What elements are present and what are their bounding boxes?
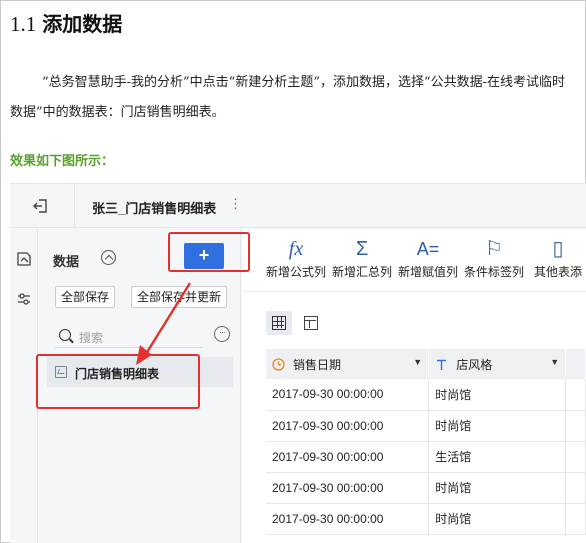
app-screenshot: 张三_门店销售明细表 ⋮ 数据 + 全部保存 全部保存并更新 搜索 ··· 门店… xyxy=(10,183,586,543)
table-row: 2017-09-30 00:00:00 时尚馆 xyxy=(266,379,586,411)
toolbar-divider xyxy=(242,291,586,292)
cell-sale-date: 2017-09-30 00:00:00 xyxy=(266,503,430,535)
cell-partial xyxy=(565,472,586,504)
effect-caption: 效果如下图所示： xyxy=(10,154,115,169)
assign-icon: A= xyxy=(416,239,440,259)
data-table: 销售日期 ▼ 店风格 ▼ 2017-09-30 00:00:00 时尚馆 2017-0… xyxy=(266,349,586,535)
collapse-icon[interactable] xyxy=(101,250,116,265)
section-number: 1.1 xyxy=(10,12,37,36)
instruction-paragraph: “总务智慧助手-我的分析”中点击“新建分析主题”，添加数据，选择“公共数据-在线… xyxy=(10,75,566,120)
annotation-arrow xyxy=(136,282,192,365)
table-row: 2017-09-30 00:00:00 时尚馆 xyxy=(266,472,586,504)
sigma-icon: Σ xyxy=(355,238,369,260)
column-header-store-style[interactable]: 店风格 ▼ xyxy=(428,349,567,379)
tool-label: 其他表添 xyxy=(533,265,582,279)
analysis-title[interactable]: 张三_门店销售明细表 xyxy=(92,198,216,217)
table-row: 2017-09-30 00:00:00 时尚馆 xyxy=(266,410,586,442)
section-heading: 1.1 添加数据 xyxy=(10,8,122,37)
cell-sale-date: 2017-09-30 00:00:00 xyxy=(266,472,430,504)
add-formula-column-button[interactable]: fx 新增公式列 xyxy=(262,237,330,280)
sort-caret-icon[interactable]: ▼ xyxy=(413,357,422,367)
layout-icon xyxy=(304,316,318,330)
save-all-button[interactable]: 全部保存 xyxy=(55,286,116,308)
table-add-icon: ▯ xyxy=(552,238,564,260)
tool-label: 新增公式列 xyxy=(265,265,326,279)
column-label: 店风格 xyxy=(456,357,493,372)
exit-icon[interactable] xyxy=(32,197,50,215)
cell-partial xyxy=(565,379,586,411)
table-header-row: 销售日期 ▼ 店风格 ▼ xyxy=(266,349,586,379)
table-row: 2017-09-30 00:00:00 生活馆 xyxy=(266,441,586,473)
other-table-add-button[interactable]: ▯ 其他表添 xyxy=(524,237,586,280)
table-row: 2017-09-30 00:00:00 时尚馆 xyxy=(266,503,586,535)
text-type-icon xyxy=(437,359,447,370)
add-summary-column-button[interactable]: Σ 新增汇总列 xyxy=(328,237,396,280)
topbar-divider xyxy=(74,184,75,228)
app-topbar: 张三_门店销售明细表 ⋮ xyxy=(10,184,586,228)
search-icon xyxy=(59,329,71,341)
cell-partial xyxy=(565,503,586,535)
cell-partial xyxy=(565,410,586,442)
cell-partial xyxy=(565,441,586,473)
grid-icon xyxy=(272,316,286,330)
cell-store-style: 生活馆 xyxy=(428,441,567,473)
add-button-highlight xyxy=(168,232,250,272)
cell-sale-date: 2017-09-30 00:00:00 xyxy=(266,410,430,442)
more-options-icon[interactable]: ··· xyxy=(214,326,230,342)
more-menu-icon[interactable]: ⋮ xyxy=(229,196,242,212)
data-tab-icon[interactable] xyxy=(16,251,32,267)
tool-label: 条件标签列 xyxy=(463,265,524,279)
tool-label: 新增汇总列 xyxy=(331,265,392,279)
cell-store-style: 时尚馆 xyxy=(428,503,567,535)
fx-icon: fx xyxy=(288,238,304,260)
column-header-sale-date[interactable]: 销售日期 ▼ xyxy=(266,349,430,379)
data-panel-title: 数据 xyxy=(53,254,80,269)
flag-icon: ⚐ xyxy=(485,238,503,260)
main-area: fx 新增公式列 Σ 新增汇总列 A= 新增赋值列 ⚐ 条件标签列 ▯ 其他表添 xyxy=(242,229,586,543)
settings-tab-icon[interactable] xyxy=(16,291,32,307)
table-view-button[interactable] xyxy=(266,311,292,335)
section-title: 添加数据 xyxy=(42,12,123,36)
layout-view-button[interactable] xyxy=(298,311,324,335)
column-header-partial xyxy=(565,349,586,379)
condition-label-column-button[interactable]: ⚐ 条件标签列 xyxy=(460,237,528,280)
tool-label: 新增赋值列 xyxy=(397,265,458,279)
sort-caret-icon[interactable]: ▼ xyxy=(550,357,559,367)
cell-store-style: 时尚馆 xyxy=(428,379,567,411)
column-label: 销售日期 xyxy=(293,357,342,372)
cell-store-style: 时尚馆 xyxy=(428,410,567,442)
cell-store-style: 时尚馆 xyxy=(428,472,567,504)
clock-icon xyxy=(272,357,285,371)
search-placeholder: 搜索 xyxy=(79,331,104,345)
left-rail xyxy=(10,229,38,543)
cell-sale-date: 2017-09-30 00:00:00 xyxy=(266,441,430,473)
cell-sale-date: 2017-09-30 00:00:00 xyxy=(266,379,430,411)
add-assign-column-button[interactable]: A= 新增赋值列 xyxy=(394,237,462,280)
